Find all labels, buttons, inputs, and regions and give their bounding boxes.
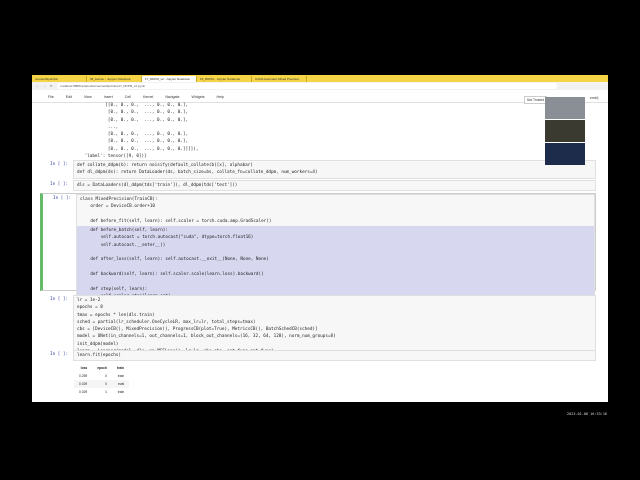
browser-tab[interactable]: 15_DDPM - Jupyter Notebook <box>197 75 252 82</box>
cell: 1 <box>105 390 107 394</box>
cell-prompt: In [ ]: <box>53 196 72 201</box>
browser-tab[interactable]: 05_learner - Jupyter Notebook <box>87 75 142 82</box>
cell-prompt: In [ ]: <box>50 297 69 302</box>
cell: 0.029 <box>74 380 93 388</box>
participant-video[interactable] <box>545 143 585 165</box>
menu-help[interactable]: Help <box>217 95 224 99</box>
back-icon[interactable]: ← <box>36 84 39 88</box>
browser-tab[interactable]: CUDA Automatic Mixed Precision <box>252 75 307 82</box>
code-cell[interactable]: In [ ]: learn.fit(epochs) <box>40 350 596 362</box>
code-cell[interactable]: In [ ]: dls = DataLoaders(dl_ddpm(tds['t… <box>40 180 596 192</box>
cell-input[interactable]: def collate_ddpm(b): return noisify(defa… <box>73 160 596 179</box>
menu-cell[interactable]: Cell <box>125 95 131 99</box>
menu-view[interactable]: View <box>84 95 92 99</box>
cell: eval <box>111 380 130 388</box>
participant-video[interactable] <box>545 97 585 119</box>
menu-widgets[interactable]: Widgets <box>192 95 205 99</box>
table-row: 0.259 0 train <box>74 372 129 380</box>
kernel-indicator: ernel) <box>590 96 599 100</box>
cell-input[interactable]: learn.fit(epochs) <box>73 350 596 362</box>
training-metrics-table: loss epoch train 0.259 0 train 0.029 0 eval … <box>74 364 130 396</box>
col-header: loss <box>80 366 88 370</box>
menu-file[interactable]: File <box>48 95 54 99</box>
cell: train <box>117 374 125 378</box>
col-header: train <box>116 366 125 370</box>
address-bar: ← → ↻ localhost:8888/notebooks/course/22p2… <box>32 82 608 90</box>
code-cell[interactable]: In [ ]: def collate_ddpm(b): return nois… <box>40 160 596 179</box>
timestamp: 2023-01-06 16:33:16 <box>567 412 608 416</box>
cell: train <box>117 390 125 394</box>
cell-prompt: In [ ]: <box>50 182 69 187</box>
video-call-overlay <box>545 97 585 165</box>
menu-edit[interactable]: Edit <box>66 95 72 99</box>
cell: 0.029 <box>79 390 88 394</box>
url-input[interactable]: localhost:8888/notebooks/course/22p2/nbs… <box>56 83 557 89</box>
cell-input[interactable]: lr = 1e-2 epochs = 8 tmax = epochs * len… <box>73 295 596 358</box>
browser-tab[interactable]: course/22p2/nbs/ <box>32 75 87 82</box>
table-row: 0.029 0 eval <box>74 380 130 388</box>
cell-prompt: In [ ]: <box>50 352 69 357</box>
col-header: epoch <box>97 366 107 370</box>
cell: 0 <box>105 374 107 378</box>
cell: 0 <box>92 380 112 388</box>
table-row: 0.029 1 train <box>74 388 129 396</box>
cell-output: [[0., 0., 0., ..., 0., 0., 0.], [0., 0.,… <box>84 103 199 160</box>
browser-tab-active[interactable]: 17_DDPM_v2 - Jupyter Notebook <box>142 75 197 82</box>
menu-kernel[interactable]: Kernel <box>143 95 153 99</box>
reload-icon[interactable]: ↻ <box>50 84 53 88</box>
browser-window: course/22p2/nbs/ 05_learner - Jupyter No… <box>32 75 608 402</box>
cell-input[interactable]: class MixedPrecision(TrainCB): order = D… <box>76 194 595 310</box>
tab-bar: course/22p2/nbs/ 05_learner - Jupyter No… <box>32 75 608 82</box>
code-cell[interactable]: In [ ]: lr = 1e-2 epochs = 8 tmax = epoc… <box>40 295 596 358</box>
code-unselected: class MixedPrecision(TrainCB): order = D… <box>80 197 272 224</box>
cell-input[interactable]: dls = DataLoaders(dl_ddpm(tds['train']),… <box>73 180 596 192</box>
forward-icon[interactable]: → <box>43 84 46 88</box>
menu-navigate[interactable]: Navigate <box>165 95 179 99</box>
participant-video[interactable] <box>545 120 585 142</box>
menu-insert[interactable]: Insert <box>104 95 113 99</box>
cell-prompt: In [ ]: <box>50 162 69 167</box>
cell: 0.259 <box>79 374 88 378</box>
code-cell-selected[interactable]: In [ ]: class MixedPrecision(TrainCB): o… <box>40 193 596 310</box>
